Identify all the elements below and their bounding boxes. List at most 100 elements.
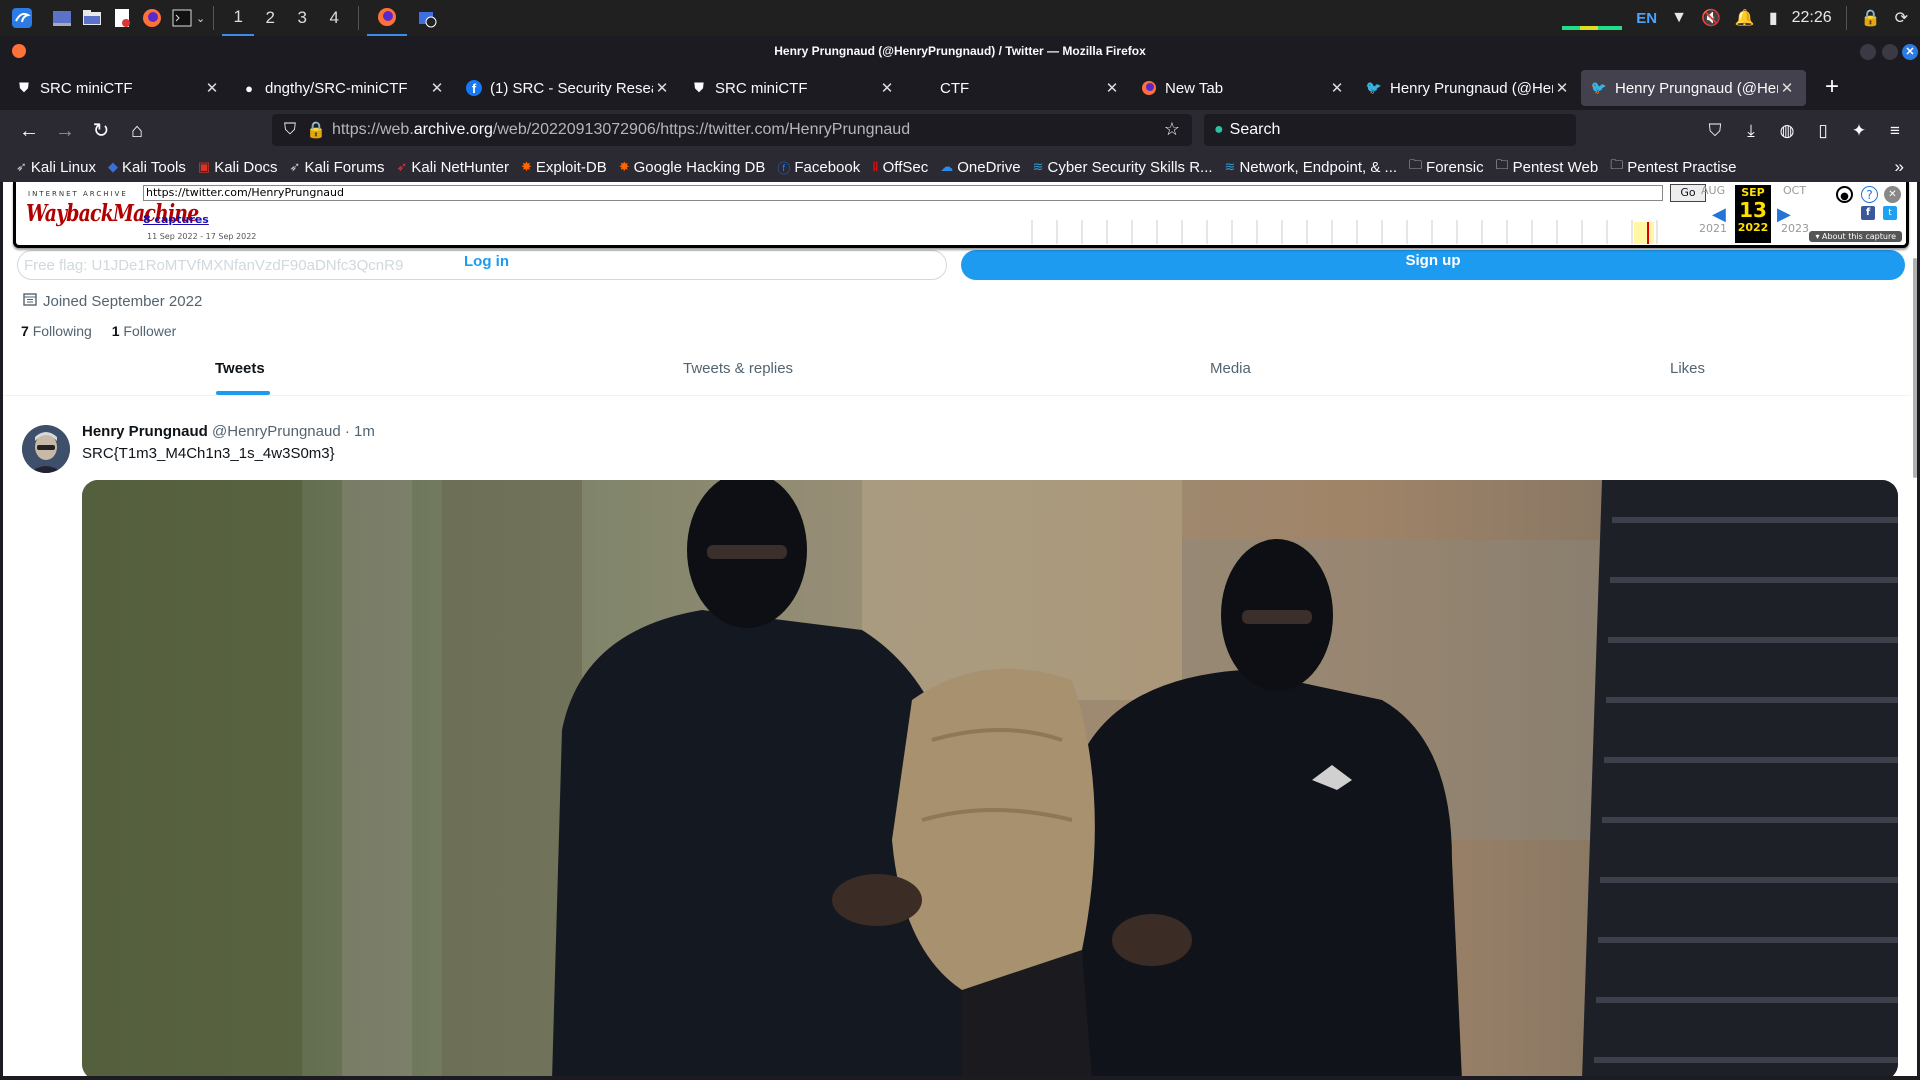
login-link[interactable]: Log in bbox=[464, 253, 509, 270]
tab-media[interactable]: Media bbox=[1210, 360, 1251, 377]
bookmark-kali-tools[interactable]: ◆ Kali Tools bbox=[108, 159, 186, 176]
workspace-4[interactable]: 4 bbox=[318, 0, 350, 36]
terminal-icon[interactable] bbox=[170, 6, 194, 30]
tab-github[interactable]: ● dngthy/SRC-miniCTF ✕ bbox=[231, 70, 456, 106]
downloads-icon[interactable]: ⤓ bbox=[1738, 121, 1764, 141]
firefox-launcher-icon[interactable] bbox=[140, 6, 164, 30]
about-capture-button[interactable]: ▾ About this capture bbox=[1809, 231, 1902, 242]
search-bar[interactable]: ● Search bbox=[1204, 114, 1576, 146]
bookmark-google-hacking-db[interactable]: ✸ Google Hacking DB bbox=[619, 159, 766, 176]
wayback-url-input[interactable]: https://twitter.com/HenryPrungnaud bbox=[143, 185, 1663, 201]
bookmark-facebook[interactable]: ⓕ Facebook bbox=[777, 158, 860, 177]
tweet-image[interactable] bbox=[82, 480, 1898, 1076]
forward-button[interactable]: → bbox=[48, 114, 82, 148]
tab-likes[interactable]: Likes bbox=[1670, 360, 1705, 377]
next-month[interactable]: OCT bbox=[1783, 184, 1806, 197]
close-tab-icon[interactable]: ✕ bbox=[428, 79, 446, 97]
tweet-author-name[interactable]: Henry Prungnaud bbox=[82, 423, 208, 440]
captures-link[interactable]: 8 captures bbox=[143, 213, 209, 226]
url-bar[interactable]: ⛉ 🔒 https://web.archive.org/web/20220913… bbox=[272, 114, 1192, 146]
account-icon[interactable]: ● bbox=[1836, 186, 1853, 203]
power-icon[interactable]: ⟳ bbox=[1895, 8, 1908, 28]
workspace-1[interactable]: 1 bbox=[222, 0, 255, 36]
reload-button[interactable]: ↻ bbox=[84, 114, 118, 148]
prev-capture-arrow-icon[interactable]: ◀ bbox=[1712, 204, 1726, 225]
tab-twitter-active[interactable]: 🐦 Henry Prungnaud (@Henr ✕ bbox=[1581, 70, 1806, 106]
bookmark-kali-linux[interactable]: ➶ Kali Linux bbox=[16, 159, 96, 176]
tweet-time[interactable]: · 1m bbox=[345, 423, 375, 440]
page-scrollbar[interactable] bbox=[1913, 258, 1917, 478]
tab-twitter-1[interactable]: 🐦 Henry Prungnaud (@Henr ✕ bbox=[1356, 70, 1581, 106]
close-tab-icon[interactable]: ✕ bbox=[1103, 79, 1121, 97]
new-tab-button[interactable]: + bbox=[1814, 70, 1850, 106]
tab-new-tab[interactable]: New Tab ✕ bbox=[1131, 70, 1356, 106]
tab-src-minictf-2[interactable]: ⛊ SRC miniCTF ✕ bbox=[681, 70, 906, 106]
bookmark-network-endpoint[interactable]: ≋ Network, Endpoint, & ... bbox=[1225, 159, 1397, 176]
tab-tweets-replies[interactable]: Tweets & replies bbox=[683, 360, 793, 377]
close-tab-icon[interactable]: ✕ bbox=[653, 79, 671, 97]
signup-button[interactable]: Sign up bbox=[961, 250, 1905, 280]
tweet-author-handle[interactable]: @HenryPrungnaud bbox=[212, 423, 341, 440]
chevron-down-icon[interactable]: ⌄ bbox=[196, 12, 205, 25]
kali-menu-icon[interactable] bbox=[10, 6, 34, 30]
maximize-button[interactable] bbox=[1882, 44, 1898, 60]
pocket-icon[interactable]: ⛉ bbox=[1702, 121, 1728, 141]
close-toolbar-icon[interactable]: ✕ bbox=[1884, 186, 1901, 203]
workspace-2[interactable]: 2 bbox=[254, 0, 286, 36]
share-twitter-icon[interactable]: t bbox=[1883, 206, 1897, 220]
battery-icon[interactable]: ▮ bbox=[1769, 8, 1778, 28]
bookmark-kali-docs[interactable]: ▣ Kali Docs bbox=[198, 159, 278, 176]
bookmark-kali-nethunter[interactable]: ➶ Kali NetHunter bbox=[396, 159, 508, 176]
bookmark-onedrive[interactable]: ☁ OneDrive bbox=[940, 159, 1020, 176]
clock[interactable]: 22:26 bbox=[1792, 9, 1832, 27]
bookmark-kali-forums[interactable]: ➶ Kali Forums bbox=[290, 159, 385, 176]
bookmark-star-icon[interactable]: ☆ bbox=[1164, 119, 1180, 140]
extension-icon[interactable]: ✦ bbox=[1846, 121, 1872, 141]
avatar[interactable] bbox=[22, 425, 70, 473]
language-indicator[interactable]: EN bbox=[1636, 10, 1657, 27]
next-capture-arrow-icon[interactable]: ▶ bbox=[1777, 204, 1791, 225]
wifi-icon[interactable]: ▼ bbox=[1671, 9, 1687, 27]
back-button[interactable]: ← bbox=[12, 114, 46, 148]
hamburger-menu-icon[interactable]: ≡ bbox=[1882, 121, 1908, 141]
text-editor-icon[interactable] bbox=[110, 6, 134, 30]
desktop-icon[interactable] bbox=[50, 6, 74, 30]
taskbar-other-item[interactable] bbox=[407, 0, 447, 36]
home-button[interactable]: ⌂ bbox=[120, 114, 154, 148]
share-facebook-icon[interactable]: f bbox=[1861, 206, 1875, 220]
following-link[interactable]: 7 Following bbox=[21, 323, 92, 339]
bookmark-offsec[interactable]: Ⅱ OffSec bbox=[872, 159, 928, 176]
tracking-shield-icon[interactable]: ⛉ bbox=[284, 121, 296, 139]
close-tab-icon[interactable]: ✕ bbox=[1553, 79, 1571, 97]
close-tab-icon[interactable]: ✕ bbox=[878, 79, 896, 97]
workspace-3[interactable]: 3 bbox=[286, 0, 318, 36]
followers-link[interactable]: 1 Follower bbox=[112, 323, 177, 339]
tab-ctf[interactable]: CTF ✕ bbox=[906, 70, 1131, 106]
globe-icon[interactable]: ◍ bbox=[1774, 121, 1800, 141]
notification-bell-icon[interactable]: 🔔 bbox=[1735, 8, 1755, 28]
bookmark-folder-pentest-web[interactable]: 🗀 Pentest Web bbox=[1496, 156, 1599, 178]
padlock-icon[interactable]: 🔒 bbox=[306, 120, 326, 140]
minimize-button[interactable] bbox=[1860, 44, 1876, 60]
taskbar-firefox-item[interactable] bbox=[367, 0, 408, 36]
bookmark-cyber-security-skills[interactable]: ≋ Cyber Security Skills R... bbox=[1033, 159, 1213, 176]
bookmark-folder-pentest-practise[interactable]: 🗀 Pentest Practise bbox=[1610, 156, 1736, 178]
file-manager-icon[interactable] bbox=[80, 6, 104, 30]
muted-speaker-icon[interactable]: 🔇 bbox=[1701, 8, 1721, 28]
tab-tweets[interactable]: Tweets bbox=[215, 360, 265, 377]
help-icon[interactable]: ? bbox=[1861, 186, 1878, 203]
prev-month[interactable]: AUG bbox=[1701, 184, 1725, 197]
trash-icon[interactable]: ▯ bbox=[1810, 121, 1836, 141]
lock-icon[interactable]: 🔒 bbox=[1861, 8, 1881, 28]
bookmark-folder-forensic[interactable]: 🗀 Forensic bbox=[1409, 156, 1484, 178]
bookmarks-toolbar: ➶ Kali Linux ◆ Kali Tools ▣ Kali Docs ➶ Kali… bbox=[0, 152, 1920, 182]
capture-sparkline[interactable] bbox=[1022, 216, 1672, 244]
bookmarks-overflow-icon[interactable]: » bbox=[1895, 157, 1904, 177]
close-window-button[interactable]: ✕ bbox=[1902, 44, 1918, 60]
bookmark-exploit-db[interactable]: ✸ Exploit-DB bbox=[521, 159, 607, 176]
close-tab-icon[interactable]: ✕ bbox=[203, 79, 221, 97]
tab-src-minictf[interactable]: ⛊ SRC miniCTF ✕ bbox=[6, 70, 231, 106]
tab-facebook[interactable]: f (1) SRC - Security Researc ✕ bbox=[456, 70, 681, 106]
close-tab-icon[interactable]: ✕ bbox=[1778, 79, 1796, 97]
close-tab-icon[interactable]: ✕ bbox=[1328, 79, 1346, 97]
